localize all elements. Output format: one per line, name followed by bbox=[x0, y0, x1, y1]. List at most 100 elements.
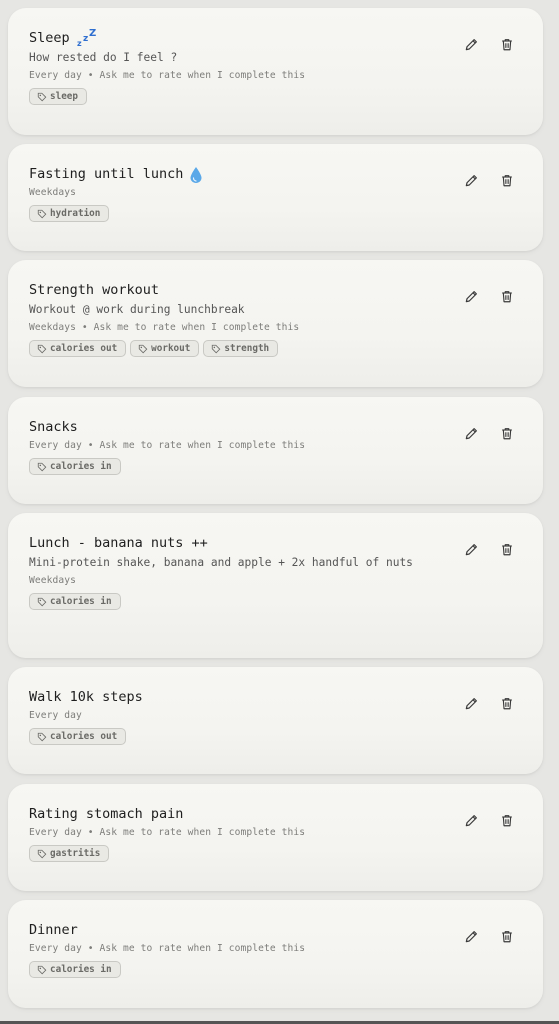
habit-title: Sleep bbox=[29, 30, 70, 46]
delete-habit-button[interactable] bbox=[498, 695, 515, 712]
habit-title: Snacks bbox=[29, 419, 78, 435]
tag-icon bbox=[37, 732, 50, 742]
habit-tags: calories out bbox=[29, 728, 523, 745]
trash-icon bbox=[500, 929, 514, 944]
habit-schedule: Every day • Ask me to rate when I comple… bbox=[29, 943, 306, 954]
habit-title: Lunch - banana nuts ++ bbox=[29, 535, 208, 551]
tag-icon bbox=[37, 92, 50, 102]
edit-habit-button[interactable] bbox=[463, 425, 480, 442]
delete-habit-button[interactable] bbox=[498, 812, 515, 829]
tag-chip[interactable]: calories in bbox=[29, 593, 121, 610]
svg-text:z: z bbox=[77, 39, 82, 48]
habit-actions bbox=[463, 812, 515, 829]
habit-card[interactable]: Sleep z z Z How rested do I feel ? Every day … bbox=[8, 8, 543, 135]
habit-tags: calories in bbox=[29, 593, 523, 610]
tag-label: calories in bbox=[50, 964, 112, 975]
habit-tags: calories in bbox=[29, 458, 523, 475]
habit-tags: calories in bbox=[29, 961, 523, 978]
tag-icon bbox=[138, 344, 151, 354]
edit-habit-button[interactable] bbox=[463, 36, 480, 53]
tag-chip[interactable]: sleep bbox=[29, 88, 87, 105]
edit-habit-button[interactable] bbox=[463, 541, 480, 558]
edit-habit-button[interactable] bbox=[463, 172, 480, 189]
habit-schedule: Every day • Ask me to rate when I comple… bbox=[29, 70, 306, 81]
pencil-icon bbox=[464, 813, 479, 828]
habit-schedule: Every day bbox=[29, 710, 82, 721]
pencil-icon bbox=[464, 426, 479, 441]
habit-actions bbox=[463, 288, 515, 305]
habit-title-row: Fasting until lunch bbox=[29, 164, 523, 184]
tag-chip[interactable]: calories out bbox=[29, 728, 127, 745]
habit-card[interactable]: Strength workout Workout @ work during lu… bbox=[8, 260, 543, 387]
habit-title: Dinner bbox=[29, 922, 78, 938]
tag-chip[interactable]: strength bbox=[203, 340, 279, 357]
habit-card[interactable]: Dinner Every day • Ask me to rate when I … bbox=[8, 900, 543, 1008]
delete-habit-button[interactable] bbox=[498, 425, 515, 442]
tag-label: gastritis bbox=[50, 848, 101, 859]
edit-habit-button[interactable] bbox=[463, 288, 480, 305]
trash-icon bbox=[500, 37, 514, 52]
pencil-icon bbox=[464, 173, 479, 188]
habit-title-row: Snacks bbox=[29, 417, 523, 437]
delete-habit-button[interactable] bbox=[498, 928, 515, 945]
habit-title: Fasting until lunch bbox=[29, 166, 184, 182]
habit-description: Mini-protein shake, banana and apple + 2… bbox=[29, 556, 413, 569]
tag-icon bbox=[37, 344, 50, 354]
habit-card[interactable]: Snacks Every day • Ask me to rate when I … bbox=[8, 397, 543, 504]
tag-chip[interactable]: calories out bbox=[29, 340, 127, 357]
habit-description: Workout @ work during lunchbreak bbox=[29, 303, 245, 316]
habit-actions bbox=[463, 695, 515, 712]
tag-chip[interactable]: gastritis bbox=[29, 845, 110, 862]
tag-chip[interactable]: calories in bbox=[29, 961, 121, 978]
delete-habit-button[interactable] bbox=[498, 36, 515, 53]
habit-actions bbox=[463, 425, 515, 442]
tag-chip[interactable]: hydration bbox=[29, 205, 110, 222]
tag-chip[interactable]: workout bbox=[130, 340, 200, 357]
delete-habit-button[interactable] bbox=[498, 288, 515, 305]
habit-actions bbox=[463, 36, 515, 53]
trash-icon bbox=[500, 173, 514, 188]
habit-title-row: Strength workout bbox=[29, 280, 523, 300]
tag-label: calories out bbox=[50, 343, 118, 354]
habit-actions bbox=[463, 541, 515, 558]
pencil-icon bbox=[464, 37, 479, 52]
tag-chip[interactable]: calories in bbox=[29, 458, 121, 475]
edit-habit-button[interactable] bbox=[463, 695, 480, 712]
svg-text:Z: Z bbox=[89, 28, 96, 39]
pencil-icon bbox=[464, 929, 479, 944]
habit-title-row: Sleep z z Z bbox=[29, 28, 523, 48]
trash-icon bbox=[500, 289, 514, 304]
tag-label: workout bbox=[151, 343, 191, 354]
habit-card[interactable]: Walk 10k steps Every day calories out bbox=[8, 667, 543, 774]
tag-label: calories in bbox=[50, 596, 112, 607]
habit-card[interactable]: Rating stomach pain Every day • Ask me to… bbox=[8, 784, 543, 891]
habit-tags: sleep bbox=[29, 88, 523, 105]
pencil-icon bbox=[464, 542, 479, 557]
habit-description: How rested do I feel ? bbox=[29, 51, 178, 64]
trash-icon bbox=[500, 696, 514, 711]
habit-title: Rating stomach pain bbox=[29, 806, 184, 822]
tag-icon bbox=[37, 462, 50, 472]
habit-tags: hydration bbox=[29, 205, 523, 222]
habit-title-row: Dinner bbox=[29, 920, 523, 940]
tag-label: hydration bbox=[50, 208, 101, 219]
sleep-zzz-icon: zzZ bbox=[76, 28, 98, 48]
tag-label: calories in bbox=[50, 461, 112, 472]
pencil-icon bbox=[464, 289, 479, 304]
habit-schedule: Weekdays bbox=[29, 187, 77, 198]
delete-habit-button[interactable] bbox=[498, 541, 515, 558]
trash-icon bbox=[500, 426, 514, 441]
habit-card[interactable]: Fasting until lunch Weekdays hydration bbox=[8, 144, 543, 251]
habit-card[interactable]: Lunch - banana nuts ++ Mini-protein shake… bbox=[8, 513, 543, 658]
pencil-icon bbox=[464, 696, 479, 711]
delete-habit-button[interactable] bbox=[498, 172, 515, 189]
edit-habit-button[interactable] bbox=[463, 812, 480, 829]
tag-icon bbox=[211, 344, 224, 354]
habit-title-row: Rating stomach pain bbox=[29, 804, 523, 824]
habit-title: Strength workout bbox=[29, 282, 160, 298]
habit-tags: gastritis bbox=[29, 845, 523, 862]
habit-title-row: Lunch - banana nuts ++ bbox=[29, 533, 523, 553]
edit-habit-button[interactable] bbox=[463, 928, 480, 945]
habit-title-row: Walk 10k steps bbox=[29, 687, 523, 707]
tag-label: calories out bbox=[50, 731, 118, 742]
